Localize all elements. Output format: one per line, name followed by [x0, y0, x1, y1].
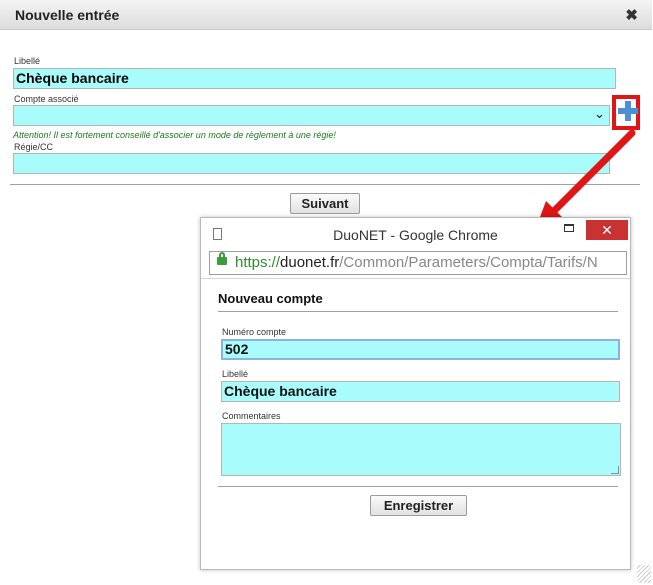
compte-associe-label: Compte associé	[14, 94, 79, 104]
resize-handle[interactable]	[611, 466, 619, 474]
dialog-title: Nouvelle entrée	[15, 7, 120, 23]
commentaires-label: Commentaires	[222, 411, 281, 421]
numero-compte-label: Numéro compte	[222, 327, 287, 337]
close-window-button[interactable]: ✕	[586, 220, 628, 240]
window-resize-grip[interactable]	[637, 565, 651, 583]
dialog-titlebar: Nouvelle entrée ✖	[0, 0, 652, 30]
close-icon[interactable]: ✖	[625, 6, 638, 24]
libelle-input[interactable]: Chèque bancaire	[221, 381, 620, 402]
lock-icon	[217, 252, 227, 265]
divider	[218, 486, 618, 487]
commentaires-textarea[interactable]	[221, 423, 621, 476]
chevron-down-icon[interactable]: ⌄	[594, 106, 605, 122]
regie-label: Régie/CC	[14, 142, 54, 152]
popup-window: DuoNET - Google Chrome ✕ https://duonet.…	[200, 217, 631, 570]
compte-associe-select[interactable]	[13, 105, 610, 126]
libelle-label: Libellé	[14, 56, 41, 66]
libelle-label: Libellé	[222, 369, 249, 379]
restore-icon[interactable]	[564, 224, 574, 232]
next-button[interactable]: Suivant	[290, 193, 360, 214]
url-text: https://duonet.fr/Common/Parameters/Comp…	[235, 254, 598, 271]
save-button[interactable]: Enregistrer	[370, 495, 467, 516]
divider	[201, 278, 630, 279]
warning-message: Attention! Il est fortement conseillé d'…	[13, 130, 336, 140]
popup-header: Nouveau compte	[218, 291, 323, 306]
address-bar[interactable]: https://duonet.fr/Common/Parameters/Comp…	[209, 251, 627, 275]
popup-titlebar: DuoNET - Google Chrome ✕	[201, 218, 630, 250]
numero-compte-input[interactable]: 502	[221, 339, 620, 360]
divider	[218, 311, 618, 312]
libelle-input[interactable]: Chèque bancaire	[13, 68, 616, 89]
